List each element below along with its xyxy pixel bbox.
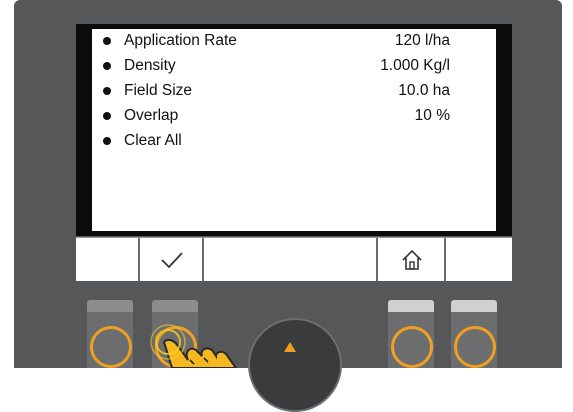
menu-item-value: 10.0 ha: [398, 82, 450, 99]
menu-item-field-size[interactable]: Field Size 10.0 ha: [92, 80, 496, 102]
button-cap: [388, 300, 434, 312]
softkey-bar: [76, 237, 512, 281]
softkey-3[interactable]: [204, 238, 378, 281]
menu-item-label: Overlap: [124, 107, 179, 124]
softkey-home[interactable]: [378, 238, 446, 281]
rotary-knob[interactable]: [248, 318, 342, 412]
bullet-icon: [103, 137, 111, 145]
menu-item-value: 1.000 Kg/l: [380, 57, 450, 74]
hardware-button-4[interactable]: [388, 300, 434, 368]
button-cap: [152, 300, 198, 312]
display-bezel: Application Rate 120 l/ha Density 1.000 …: [76, 24, 512, 236]
button-cap: [87, 300, 133, 312]
bullet-icon: [103, 37, 111, 45]
menu-item-label: Application Rate: [124, 32, 237, 49]
menu-item-value: 10 %: [414, 107, 450, 124]
menu-item-label: Clear All: [124, 132, 182, 149]
menu-item-label: Density: [124, 57, 176, 74]
display-screen: Application Rate 120 l/ha Density 1.000 …: [92, 29, 496, 231]
menu-item-value: 120 l/ha: [394, 32, 450, 49]
menu-item-clear-all[interactable]: Clear All: [92, 130, 496, 152]
bullet-icon: [103, 62, 111, 70]
menu-item-overlap[interactable]: Overlap 10 %: [92, 105, 496, 127]
bullet-icon: [103, 87, 111, 95]
pointing-hand-icon: [150, 324, 238, 368]
button-cap: [451, 300, 497, 312]
checkmark-icon: [161, 252, 183, 269]
menu-item-label: Field Size: [124, 82, 193, 99]
softkey-1[interactable]: [76, 238, 140, 281]
button-ring: [391, 326, 433, 368]
bullet-icon: [103, 112, 111, 120]
hardware-button-1[interactable]: [87, 300, 133, 368]
button-ring: [454, 326, 496, 368]
up-arrow-icon: [284, 342, 296, 352]
button-ring: [90, 326, 132, 368]
menu-item-density[interactable]: Density 1.000 Kg/l: [92, 55, 496, 77]
menu-item-application-rate[interactable]: Application Rate 120 l/ha: [92, 30, 496, 52]
hardware-button-5[interactable]: [451, 300, 497, 368]
softkey-5[interactable]: [446, 238, 512, 281]
softkey-confirm[interactable]: [140, 238, 204, 281]
home-icon: [402, 249, 422, 270]
